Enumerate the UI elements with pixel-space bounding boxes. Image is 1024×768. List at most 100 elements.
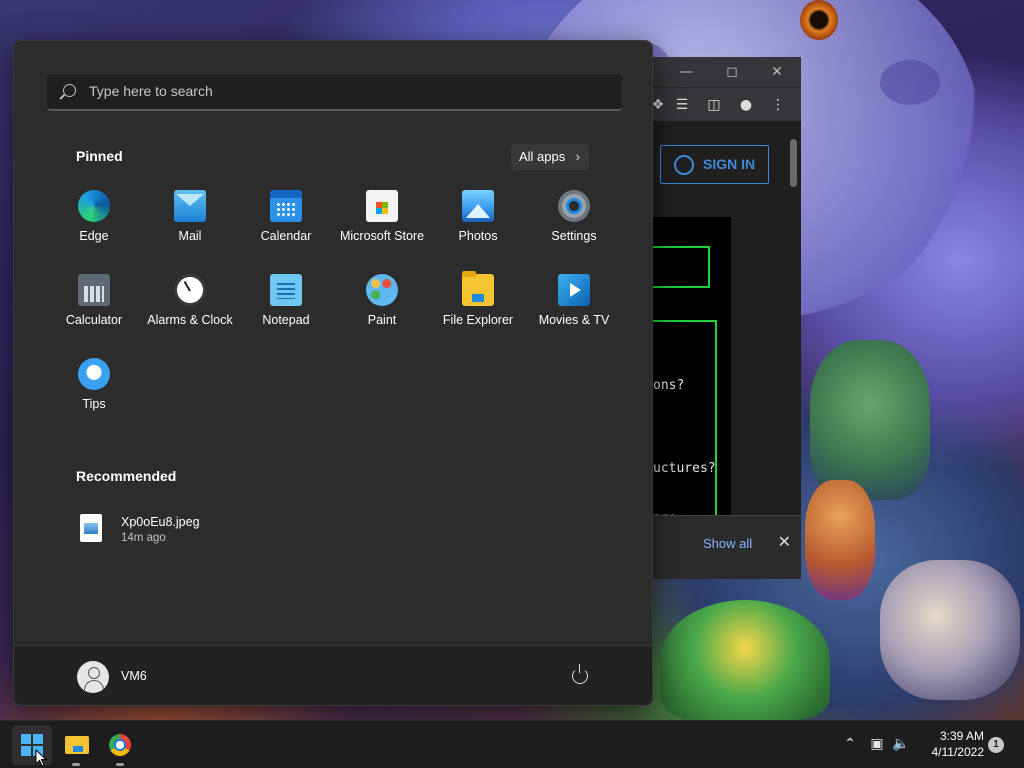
app-label: Paint <box>367 313 397 327</box>
close-icon[interactable]: ✕ <box>762 61 792 83</box>
browser-page-content: SIGN IN ons? uctures? age <box>653 121 801 579</box>
terminal-frame <box>653 320 717 523</box>
browser-toolbar: ❖ ☰ ◫ ● ⋮ <box>652 87 801 121</box>
media-control-icon[interactable]: ☰ <box>673 96 691 114</box>
chevron-right-icon: › <box>575 149 580 164</box>
profile-icon[interactable]: ● <box>737 96 755 114</box>
pinned-app-edge[interactable]: Edge <box>46 180 142 260</box>
file-explorer-icon <box>462 271 494 306</box>
app-label: Notepad <box>262 313 310 327</box>
pinned-app-calendar[interactable]: Calendar <box>238 180 334 260</box>
app-label: Calendar <box>260 229 312 243</box>
app-label: Alarms & Clock <box>147 313 233 327</box>
wallpaper-crater <box>880 60 940 105</box>
account-icon <box>674 155 694 175</box>
movies-icon <box>558 274 590 306</box>
taskbar-file-explorer[interactable] <box>56 725 96 766</box>
scrollbar-thumb[interactable] <box>790 139 797 187</box>
app-label: Calculator <box>65 313 123 327</box>
mouse-cursor-icon <box>35 749 47 767</box>
search-input[interactable]: Type here to search <box>47 74 622 111</box>
taskbar-chrome[interactable] <box>100 725 140 766</box>
notepad-icon <box>270 274 302 306</box>
all-apps-button[interactable]: All apps › <box>511 144 589 170</box>
download-bar: Show all ✕ <box>653 515 801 579</box>
wallpaper-figure <box>810 340 930 500</box>
clock-icon <box>174 274 206 306</box>
image-file-icon <box>80 514 102 542</box>
chevron-up-icon[interactable]: ⌃ <box>841 735 859 753</box>
side-panel-icon[interactable]: ◫ <box>705 96 723 114</box>
recommended-title: Recommended <box>76 468 177 484</box>
settings-icon <box>558 190 590 222</box>
user-avatar-icon[interactable] <box>77 661 109 693</box>
browser-titlebar[interactable]: — ◻ ✕ <box>653 57 801 87</box>
photos-icon <box>462 190 494 222</box>
sign-in-label: SIGN IN <box>703 156 756 172</box>
sign-in-button[interactable]: SIGN IN <box>660 145 769 184</box>
wallpaper-figure <box>805 480 875 600</box>
clock[interactable]: 3:39 AM 4/11/2022 <box>918 728 985 760</box>
clock-time: 3:39 AM <box>939 729 984 743</box>
app-label: Tips <box>82 397 106 411</box>
pinned-app-alarms-clock[interactable]: Alarms & Clock <box>142 264 238 344</box>
clock-date: 4/11/2022 <box>931 745 985 759</box>
pinned-app-photos[interactable]: Photos <box>430 180 526 260</box>
wallpaper-figure <box>880 560 1020 700</box>
pinned-app-paint[interactable]: Paint <box>334 264 430 344</box>
app-label: Edge <box>79 229 109 243</box>
search-placeholder: Type here to search <box>89 83 213 99</box>
wallpaper-moon-eye <box>800 0 838 40</box>
terminal-embed: ons? uctures? age <box>653 217 731 523</box>
file-explorer-icon <box>65 736 89 754</box>
notification-badge[interactable]: 1 <box>988 737 1004 753</box>
search-icon <box>63 84 76 97</box>
app-label: Photos <box>458 229 498 243</box>
kebab-menu-icon[interactable]: ⋮ <box>769 96 787 114</box>
app-label: File Explorer <box>442 313 514 327</box>
browser-window[interactable]: — ◻ ✕ ❖ ☰ ◫ ● ⋮ SIGN IN ons? uctures? ag… <box>652 57 801 579</box>
chrome-icon <box>109 734 131 756</box>
minimize-icon[interactable]: — <box>671 61 701 83</box>
app-label: Mail <box>178 229 202 243</box>
tips-icon <box>78 358 110 390</box>
pinned-title: Pinned <box>76 148 123 164</box>
terminal-line: ons? <box>653 378 685 393</box>
terminal-frame <box>653 246 710 288</box>
volume-icon[interactable]: 🔈 <box>892 735 910 753</box>
running-indicator <box>116 763 124 766</box>
store-icon <box>366 190 398 222</box>
pinned-app-microsoft-store[interactable]: Microsoft Store <box>334 180 430 260</box>
pinned-app-mail[interactable]: Mail <box>142 180 238 260</box>
taskbar: ⌃ ▣ 🔈 3:39 AM 4/11/2022 1 <box>0 720 1024 768</box>
terminal-line: uctures? <box>653 461 716 476</box>
pinned-app-notepad[interactable]: Notepad <box>238 264 334 344</box>
show-all-link[interactable]: Show all <box>703 536 752 551</box>
close-download-bar-icon[interactable]: ✕ <box>778 532 791 551</box>
network-icon[interactable]: ▣ <box>868 735 886 753</box>
pinned-app-settings[interactable]: Settings <box>526 180 622 260</box>
pinned-app-tips[interactable]: Tips <box>46 348 142 428</box>
start-menu-footer: VM6 <box>14 645 652 705</box>
edge-icon <box>78 190 110 222</box>
running-indicator <box>72 763 80 766</box>
maximize-icon[interactable]: ◻ <box>717 61 747 83</box>
user-name[interactable]: VM6 <box>121 669 147 683</box>
app-label: Settings <box>551 229 597 243</box>
paint-icon <box>366 274 398 306</box>
wallpaper-figure <box>660 600 830 720</box>
calendar-icon <box>270 190 302 222</box>
mail-icon <box>174 190 206 222</box>
app-label: Movies & TV <box>538 313 610 327</box>
pinned-app-file-explorer[interactable]: File Explorer <box>430 264 526 344</box>
calculator-icon <box>78 274 110 306</box>
recommended-item-name: Xp0oEu8.jpeg <box>121 515 200 529</box>
pinned-app-movies-tv[interactable]: Movies & TV <box>526 264 622 344</box>
start-menu: Type here to search Pinned All apps › Ed… <box>13 40 653 706</box>
all-apps-label: All apps <box>519 149 566 164</box>
recommended-item[interactable]: Xp0oEu8.jpeg 14m ago <box>80 512 280 548</box>
app-label: Microsoft Store <box>339 229 425 243</box>
pinned-app-calculator[interactable]: Calculator <box>46 264 142 344</box>
power-icon[interactable] <box>572 664 588 684</box>
recommended-item-time: 14m ago <box>121 532 166 544</box>
